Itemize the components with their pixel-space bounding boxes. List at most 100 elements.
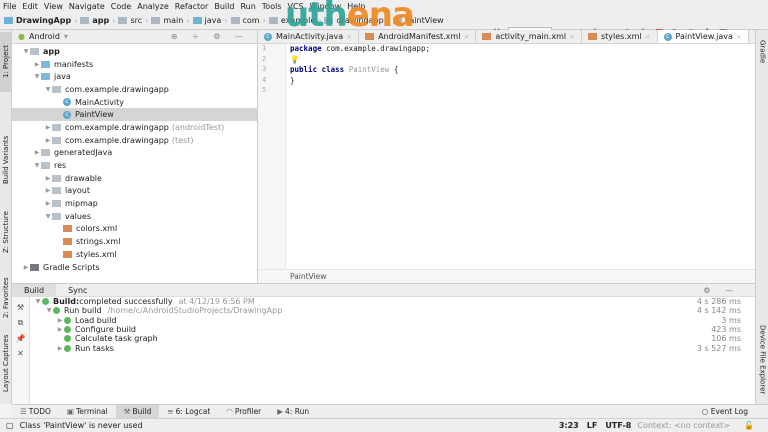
panel-actions-icons[interactable]: ⊕ ÷ ⚙ — xyxy=(171,32,249,41)
tool-window-build[interactable]: ⚒ Build xyxy=(115,405,160,418)
tool-window-terminal[interactable]: ▣ Terminal xyxy=(59,405,116,418)
tree-item[interactable]: ▼ app xyxy=(12,45,257,58)
hammer-icon[interactable]: ⚒ xyxy=(12,303,29,312)
sync-tab[interactable]: Sync xyxy=(56,284,99,297)
expand-arrow-icon[interactable]: ▼ xyxy=(45,307,53,314)
build-row[interactable]: Calculate task graph 106 ms xyxy=(32,334,755,343)
panel-settings-icons[interactable]: ⚙ — xyxy=(703,286,739,295)
code-editor[interactable]: package com.example.drawingapp; 💡 public… xyxy=(290,44,430,86)
build-row[interactable]: ▼ Build: completed successfully at 4/12/19… xyxy=(32,297,755,306)
menu-item-refactor[interactable]: Refactor xyxy=(175,2,209,11)
breadcrumb-item[interactable]: src xyxy=(118,16,142,25)
menu-item-navigate[interactable]: Navigate xyxy=(69,2,105,11)
close-tab-icon[interactable]: × xyxy=(346,33,352,41)
expand-arrow-icon[interactable]: ▶ xyxy=(44,175,52,182)
tree-item[interactable]: ▶ com.example.drawingapp (androidTest) xyxy=(12,121,257,134)
project-view-select[interactable]: Android xyxy=(29,32,60,41)
build-variants-tool-tab[interactable]: Build Variants xyxy=(0,130,12,190)
tree-item[interactable]: styles.xml xyxy=(12,248,257,261)
tree-item[interactable]: c PaintView xyxy=(12,108,257,122)
menu-item-build[interactable]: Build xyxy=(214,2,234,11)
expand-arrow-icon[interactable]: ▶ xyxy=(56,317,64,324)
caret-position[interactable]: 3:23 xyxy=(559,421,579,430)
close-tab-icon[interactable]: × xyxy=(645,33,651,41)
menu-item-file[interactable]: File xyxy=(3,2,16,11)
tool-window-logcat[interactable]: ≡ 6: Logcat xyxy=(159,405,218,418)
editor-tab[interactable]: activity_main.xml × xyxy=(476,30,582,43)
expand-arrow-icon[interactable]: ▶ xyxy=(56,345,64,352)
tree-item[interactable]: ▶ manifests xyxy=(12,58,257,71)
tree-item[interactable]: ▶ com.example.drawingapp (test) xyxy=(12,134,257,147)
tree-item[interactable]: c MainActivity xyxy=(12,96,257,109)
menu-item-code[interactable]: Code xyxy=(111,2,131,11)
breadcrumb-item[interactable]: com xyxy=(230,16,260,25)
menu-item-run[interactable]: Run xyxy=(240,2,255,11)
tree-item[interactable]: ▶ drawable xyxy=(12,172,257,185)
toggle-view-icon[interactable]: ⧉ xyxy=(12,318,29,328)
file-encoding[interactable]: UTF-8 xyxy=(605,421,631,430)
expand-arrow-icon[interactable]: ▶ xyxy=(44,124,52,131)
expand-arrow-icon[interactable]: ▼ xyxy=(22,48,30,55)
breadcrumb-item[interactable]: DrawingApp xyxy=(4,16,71,25)
expand-arrow-icon[interactable]: ▶ xyxy=(33,61,41,68)
expand-arrow-icon[interactable]: ▼ xyxy=(33,162,41,169)
expand-arrow-icon[interactable]: ▶ xyxy=(44,187,52,194)
tool-window-run[interactable]: ▶ 4: Run xyxy=(269,405,317,418)
editor-tab[interactable]: c MainActivity.java × xyxy=(258,30,360,43)
expand-arrow-icon[interactable]: ▶ xyxy=(44,137,52,144)
breadcrumb-item[interactable]: app xyxy=(80,16,109,25)
tool-window-todo[interactable]: ☰ TODO xyxy=(12,405,59,418)
tree-item[interactable]: ▶ generatedJava xyxy=(12,147,257,160)
menu-item-edit[interactable]: Edit xyxy=(22,2,38,11)
event-log-button[interactable]: ○ Event Log xyxy=(702,407,748,416)
tree-item[interactable]: ▼ java xyxy=(12,70,257,83)
breadcrumb-item[interactable]: java xyxy=(192,16,221,25)
tree-item[interactable]: strings.xml xyxy=(12,235,257,248)
layout-captures-tool-tab[interactable]: Layout Captures xyxy=(0,328,12,398)
line-separator[interactable]: LF xyxy=(587,421,598,430)
close-tab-icon[interactable]: × xyxy=(463,33,469,41)
bulb-icon[interactable]: 💡 xyxy=(290,55,299,64)
build-row[interactable]: ▶ Configure build 423 ms xyxy=(32,325,755,334)
lock-icon[interactable]: 🔓 xyxy=(744,421,754,430)
project-tool-tab[interactable]: 1: Project xyxy=(0,32,12,92)
expand-arrow-icon[interactable]: ▼ xyxy=(34,298,42,305)
tree-item[interactable]: ▶ layout xyxy=(12,185,257,198)
expand-arrow-icon[interactable]: ▼ xyxy=(44,86,52,93)
gradle-tool-tab[interactable]: Gradle xyxy=(756,32,768,72)
tree-item[interactable]: colors.xml xyxy=(12,223,257,236)
editor-tab[interactable]: AndroidManifest.xml × xyxy=(359,30,477,43)
expand-arrow-icon[interactable]: ▼ xyxy=(44,213,52,220)
tree-item[interactable]: ▼ res xyxy=(12,159,257,172)
context-indicator[interactable]: Context: <no context> xyxy=(637,421,730,430)
close-icon[interactable]: ✕ xyxy=(12,349,29,358)
breadcrumb-item[interactable]: main xyxy=(151,16,183,25)
structure-tool-tab[interactable]: Z: Structure xyxy=(0,202,12,262)
menu-item-view[interactable]: View xyxy=(44,2,63,11)
expand-arrow-icon[interactable]: ▶ xyxy=(44,200,52,207)
tree-item[interactable]: ▶ mipmap xyxy=(12,197,257,210)
tree-item[interactable]: ▶ Gradle Scripts xyxy=(12,261,257,274)
build-row[interactable]: ▼ Run build/home/c/AndroidStudioProjects/… xyxy=(32,306,755,315)
pin-icon[interactable]: 📌 xyxy=(12,334,29,343)
tree-item[interactable]: ▼ com.example.drawingapp xyxy=(12,83,257,96)
tool-window-profiler[interactable]: ◠ Profiler xyxy=(218,405,269,418)
editor-tab[interactable]: c PaintView.java × xyxy=(657,30,749,43)
device-file-explorer-tool-tab[interactable]: Device File Explorer xyxy=(756,320,768,400)
editor-breadcrumb[interactable]: PaintView xyxy=(258,269,755,283)
build-row[interactable]: ▶ Load build 3 ms xyxy=(32,316,755,325)
menu-item-tools[interactable]: Tools xyxy=(262,2,282,11)
status-toggle-icon[interactable]: ▢ xyxy=(6,421,14,430)
editor-tab[interactable]: styles.xml × xyxy=(582,30,658,43)
expand-arrow-icon[interactable]: ▶ xyxy=(22,264,30,271)
expand-arrow-icon[interactable]: ▶ xyxy=(56,326,64,333)
expand-arrow-icon[interactable]: ▼ xyxy=(33,73,41,80)
close-tab-icon[interactable]: × xyxy=(736,33,742,41)
build-row[interactable]: ▶ Run tasks 3 s 527 ms xyxy=(32,343,755,353)
favorites-tool-tab[interactable]: 2: Favorites xyxy=(0,268,12,328)
tree-item[interactable]: ▼ values xyxy=(12,210,257,223)
close-tab-icon[interactable]: × xyxy=(569,33,575,41)
menu-item-analyze[interactable]: Analyze xyxy=(137,2,169,11)
build-tab[interactable]: Build xyxy=(12,283,57,297)
expand-arrow-icon[interactable]: ▶ xyxy=(33,149,41,156)
